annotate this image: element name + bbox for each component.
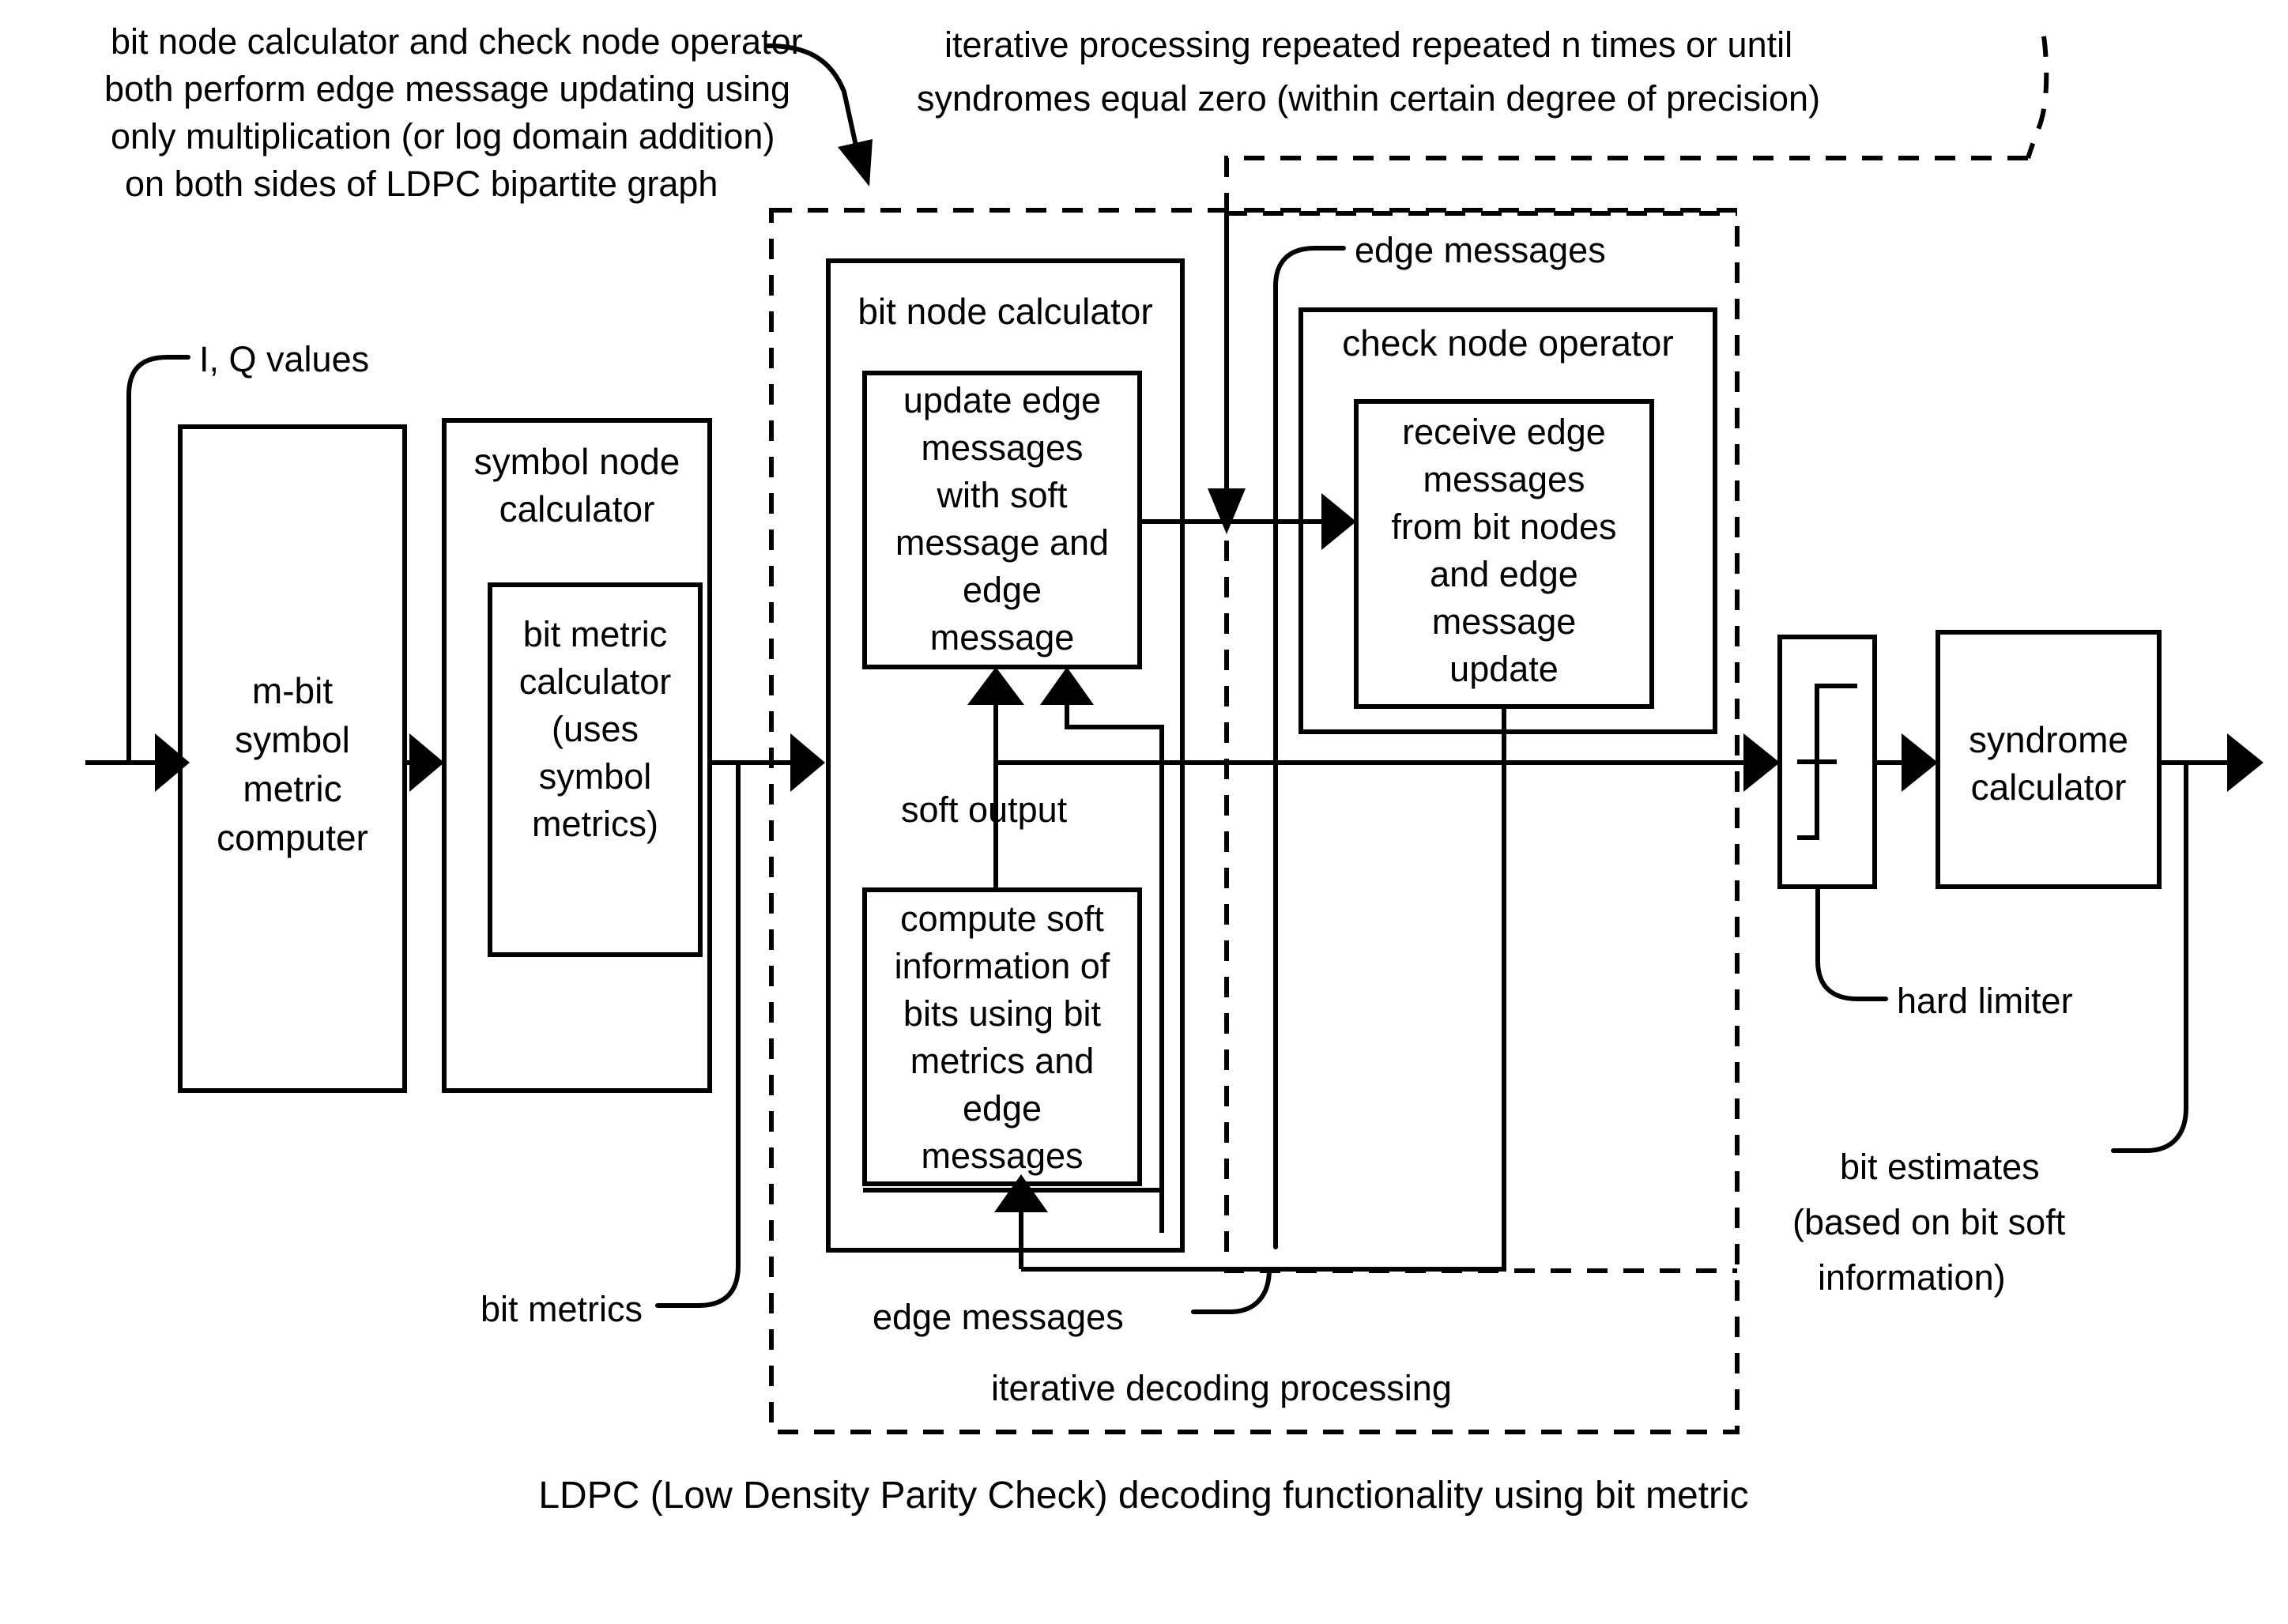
block-symbol-node-calculator[interactable]: symbol node calculator bit metric calcul… bbox=[442, 418, 712, 1093]
left-note-line-3: only multiplication (or log domain addit… bbox=[111, 116, 775, 156]
top-annotation-note: iterative processing repeated repeated n… bbox=[917, 24, 1820, 119]
compute-soft-information-line-3: bits using bit bbox=[903, 993, 1102, 1034]
compute-soft-information-line-6: messages bbox=[921, 1136, 1083, 1176]
update-edge-messages-line-6: message bbox=[930, 617, 1075, 658]
bit-metric-calculator-line-3: (uses bbox=[552, 709, 639, 749]
compute-soft-information-line-5: edge bbox=[963, 1088, 1042, 1129]
soft-output-label: soft output bbox=[901, 789, 1068, 830]
left-note-line-1: bit node calculator and check node opera… bbox=[111, 21, 803, 62]
edge-messages-bottom-label: edge messages bbox=[873, 1297, 1124, 1337]
edge-messages-bottom-leader: edge messages bbox=[873, 1267, 1272, 1337]
update-edge-messages-line-4: message and bbox=[895, 522, 1109, 563]
receive-edge-messages-line-2: messages bbox=[1423, 459, 1585, 499]
check-node-operator-label: check node operator bbox=[1342, 322, 1673, 364]
receive-edge-messages-line-6: update bbox=[1449, 649, 1559, 689]
bit-estimates-line-1: bit estimates bbox=[1840, 1147, 2040, 1187]
left-annotation-note: bit node calculator and check node opera… bbox=[104, 21, 803, 204]
input-signal-label: I, Q values bbox=[199, 339, 369, 379]
receive-edge-messages-line-1: receive edge bbox=[1402, 412, 1606, 452]
update-edge-messages-line-2: messages bbox=[921, 428, 1083, 468]
bit-metric-calculator-line-4: symbol bbox=[539, 756, 652, 797]
bit-metric-calculator-line-1: bit metric bbox=[523, 614, 668, 654]
symbol-node-calculator-line-1: symbol node bbox=[474, 441, 680, 482]
syndrome-output-wire bbox=[2111, 733, 2263, 1153]
top-note-line-1: iterative processing repeated repeated n… bbox=[944, 24, 1792, 65]
block-check-node-operator[interactable]: check node operator receive edge message… bbox=[1299, 307, 1717, 734]
bit-estimates-line-3: information) bbox=[1818, 1257, 2006, 1298]
figure-canvas: bit node calculator and check node opera… bbox=[0, 0, 2288, 1624]
receive-edge-messages-line-5: message bbox=[1432, 601, 1577, 642]
bit-metric-calculator-line-2: calculator bbox=[519, 661, 672, 702]
syndrome-calculator-line-2: calculator bbox=[1971, 767, 2127, 808]
soft-information-bus bbox=[996, 733, 1780, 792]
block-receive-edge-messages[interactable]: receive edge messages from bit nodes and… bbox=[1354, 399, 1654, 709]
soft-output-wire: soft output bbox=[901, 667, 1068, 890]
symbol-metric-computer-line-4: computer bbox=[217, 817, 368, 858]
symbol-metric-computer-line-2: symbol bbox=[235, 719, 350, 760]
ldpc-block-diagram: bit node calculator and check node opera… bbox=[85, 21, 2263, 1517]
update-edge-messages-line-3: with soft bbox=[936, 475, 1068, 515]
bit-estimates-annotation: bit estimates (based on bit soft informa… bbox=[1792, 1147, 2066, 1298]
update-edge-messages-line-5: edge bbox=[963, 570, 1042, 610]
block-syndrome-calculator[interactable]: syndrome calculator bbox=[1936, 630, 2162, 889]
block-update-edge-messages[interactable]: update edge messages with soft message a… bbox=[862, 371, 1142, 669]
compute-soft-information-line-1: compute soft bbox=[900, 899, 1104, 939]
block-hard-limiter[interactable]: hard limiter bbox=[1777, 635, 2073, 1021]
receive-edge-messages-line-3: from bit nodes bbox=[1391, 507, 1616, 547]
hard-limiter-step-icon bbox=[1797, 684, 1857, 840]
compute-soft-information-line-4: metrics and bbox=[910, 1041, 1095, 1081]
block-bit-metric-calculator[interactable]: bit metric calculator (uses symbol metri… bbox=[488, 582, 703, 957]
compute-soft-information-line-2: information of bbox=[895, 946, 1110, 986]
receive-edge-messages-line-4: and edge bbox=[1430, 554, 1578, 594]
bit-node-calculator-label: bit node calculator bbox=[858, 291, 1152, 332]
bit-estimates-line-2: (based on bit soft bbox=[1792, 1202, 2066, 1242]
symbol-metric-computer-line-1: m-bit bbox=[252, 670, 333, 711]
bit-metric-calculator-line-5: metrics) bbox=[532, 804, 658, 844]
left-note-line-4: on both sides of LDPC bipartite graph bbox=[125, 164, 718, 204]
left-note-leader-arrow bbox=[766, 43, 873, 187]
wire-limiter-to-syndrome bbox=[1875, 733, 1938, 792]
iterative-decoding-label: iterative decoding processing bbox=[991, 1368, 1452, 1408]
syndrome-calculator-line-1: syndrome bbox=[1969, 719, 2128, 760]
edge-messages-top-leader: edge messages bbox=[1273, 230, 1606, 1249]
left-note-line-2: both perform edge message updating using bbox=[104, 69, 790, 109]
bit-metrics-label: bit metrics bbox=[481, 1289, 643, 1329]
figure-caption: LDPC (Low Density Parity Check) decoding… bbox=[538, 1475, 1748, 1517]
update-edge-messages-line-1: update edge bbox=[903, 380, 1101, 420]
wire-metric-to-symbolnode bbox=[405, 733, 444, 792]
hard-limiter-label: hard limiter bbox=[1897, 981, 2073, 1021]
block-bit-node-calculator[interactable]: bit node calculator update edge messages… bbox=[826, 258, 1185, 1253]
edge-messages-top-label: edge messages bbox=[1355, 230, 1606, 270]
symbol-node-calculator-line-2: calculator bbox=[499, 488, 655, 529]
top-note-line-2: syndromes equal zero (within certain deg… bbox=[917, 78, 1820, 119]
wire-bitnode-to-checknode bbox=[1140, 493, 1356, 550]
symbol-metric-computer-line-3: metric bbox=[243, 768, 341, 809]
block-compute-soft-information[interactable]: compute soft information of bits using b… bbox=[862, 887, 1142, 1186]
block-symbol-metric-computer[interactable]: m-bit symbol metric computer bbox=[178, 424, 407, 1093]
